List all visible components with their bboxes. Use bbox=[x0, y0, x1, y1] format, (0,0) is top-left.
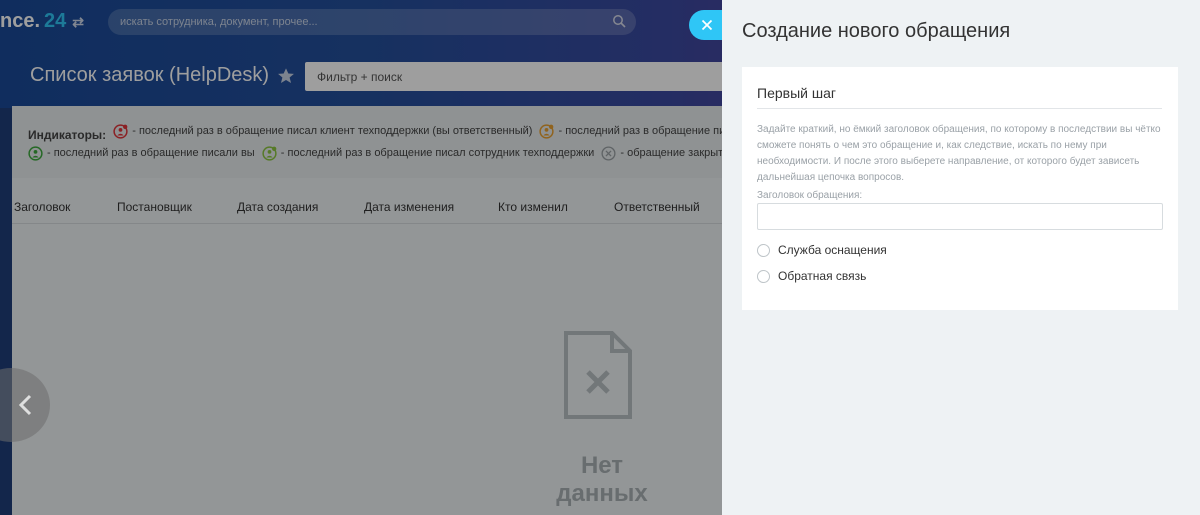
radio-button[interactable] bbox=[757, 243, 770, 257]
radio-option-equipment[interactable]: Служба оснащения bbox=[757, 243, 887, 257]
step-title: Первый шаг bbox=[757, 85, 836, 101]
modal-overlay[interactable] bbox=[0, 0, 722, 515]
create-ticket-panel: Создание нового обращения Первый шаг Зад… bbox=[722, 0, 1200, 515]
radio-label: Служба оснащения bbox=[778, 243, 887, 257]
step-card: Первый шаг Задайте краткий, но ёмкий заг… bbox=[742, 67, 1178, 310]
divider bbox=[757, 108, 1162, 109]
radio-button[interactable] bbox=[757, 269, 770, 283]
panel-title: Создание нового обращения bbox=[742, 20, 1011, 42]
chevron-left-icon[interactable] bbox=[16, 394, 36, 416]
ticket-title-input[interactable] bbox=[757, 203, 1163, 230]
ticket-title-label: Заголовок обращения: bbox=[757, 190, 863, 201]
close-slider-button[interactable] bbox=[689, 10, 725, 40]
close-icon bbox=[701, 19, 713, 31]
step-description: Задайте краткий, но ёмкий заголовок обра… bbox=[757, 124, 1161, 183]
radio-option-feedback[interactable]: Обратная связь bbox=[757, 269, 866, 283]
radio-label: Обратная связь bbox=[778, 269, 867, 283]
